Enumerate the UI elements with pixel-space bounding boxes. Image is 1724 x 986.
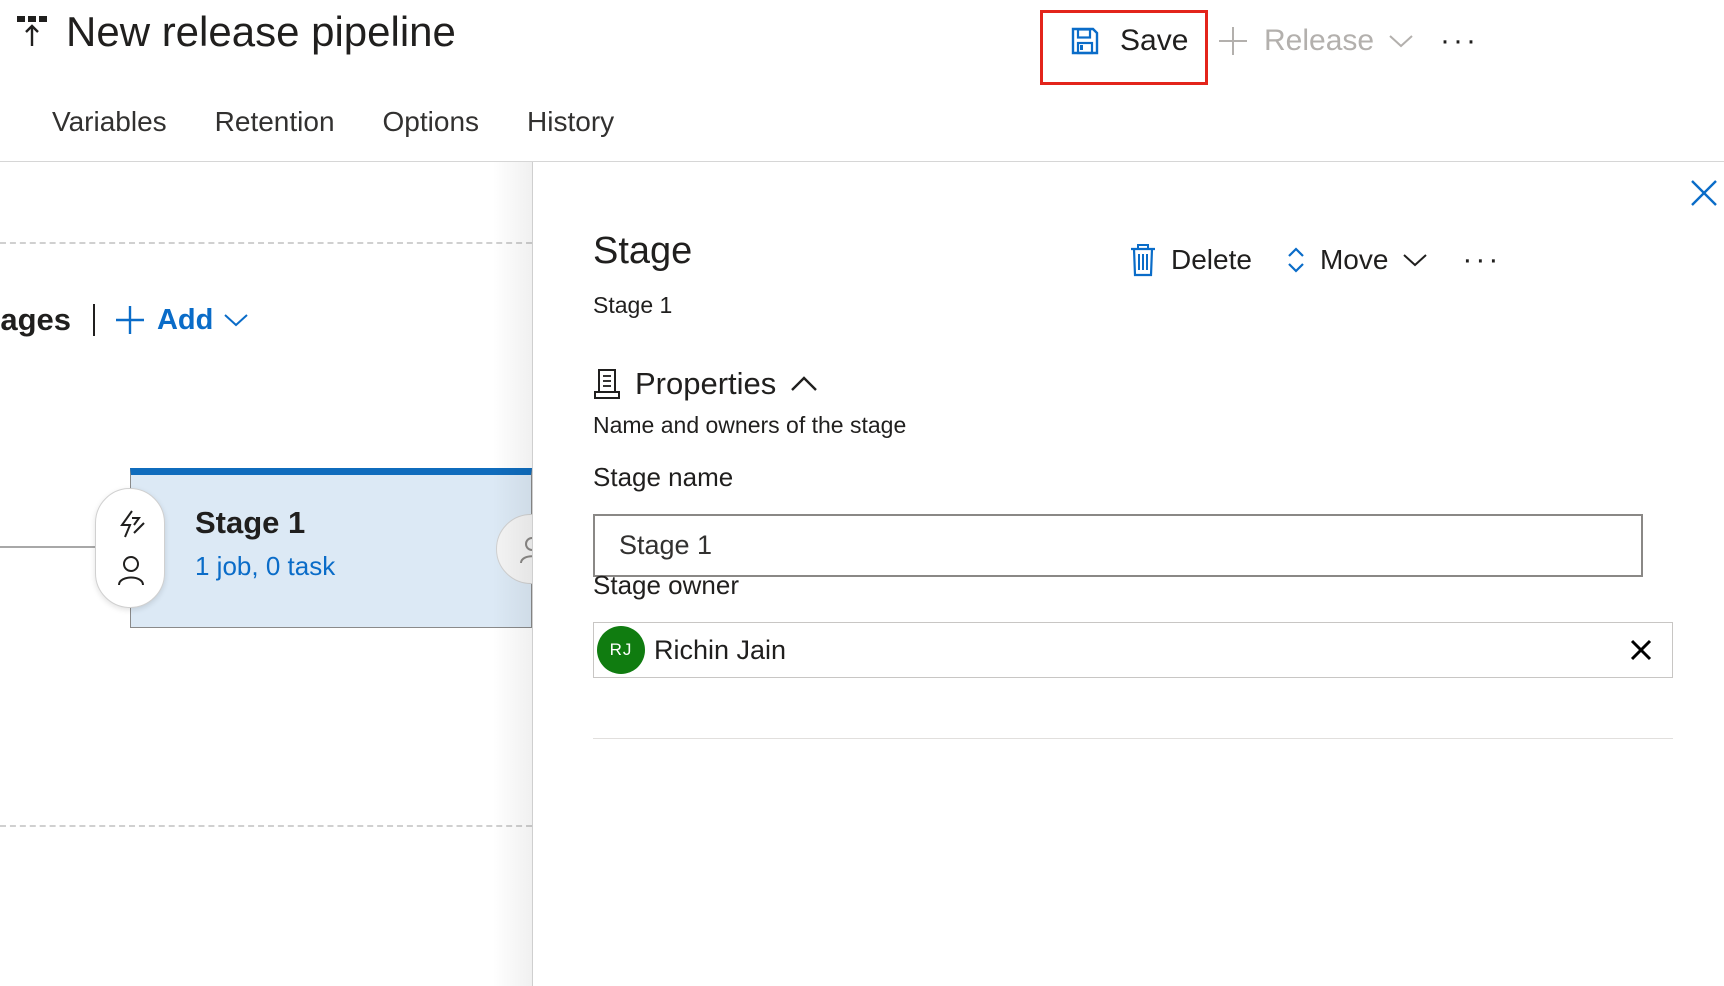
page-title: New release pipeline: [66, 8, 456, 55]
stages-header: tages Add: [0, 292, 249, 348]
delete-button[interactable]: Delete: [1129, 243, 1252, 277]
up-down-chevron-icon: [1288, 247, 1304, 273]
stage-name-label: Stage name: [593, 462, 734, 492]
plus-icon: [115, 306, 144, 334]
tab-history[interactable]: History: [527, 94, 614, 150]
canvas-divider: [0, 242, 532, 244]
chevron-down-icon: [1389, 35, 1413, 48]
plus-icon: [1219, 27, 1247, 55]
chevron-down-icon: [1403, 254, 1428, 267]
panel-toolbar: Delete Move ···: [1129, 238, 1501, 282]
page-header: New release pipeline Save Release ··· Va…: [0, 0, 1724, 162]
tab-options[interactable]: Options: [383, 94, 480, 150]
properties-icon: [594, 369, 620, 399]
person-icon: [118, 556, 144, 586]
move-button[interactable]: Move: [1286, 244, 1428, 276]
chevron-down-icon: [224, 314, 249, 327]
remove-owner-icon[interactable]: [1626, 635, 1656, 665]
lightning-icon: [120, 510, 145, 538]
add-stage-button[interactable]: Add: [113, 303, 249, 337]
panel-title: Stage: [593, 230, 693, 272]
close-icon[interactable]: [1687, 176, 1721, 210]
chevron-up-icon: [791, 376, 818, 391]
tab-variables[interactable]: Variables: [52, 94, 167, 150]
section-divider: [593, 738, 1673, 739]
pipeline-canvas: tages Add Stage 1 1 job, 0 task: [0, 162, 532, 986]
avatar: RJ: [597, 626, 645, 674]
more-options-button[interactable]: ···: [1440, 16, 1479, 66]
separator: [92, 304, 95, 336]
add-stage-label: Add: [156, 303, 214, 336]
move-button-label: Move: [1319, 244, 1389, 275]
release-button[interactable]: Release: [1216, 16, 1414, 66]
stages-label: tages: [0, 302, 71, 337]
save-button-label: Save: [1120, 24, 1189, 57]
stage-card[interactable]: Stage 1 1 job, 0 task: [130, 468, 532, 628]
tab-retention[interactable]: Retention: [215, 94, 335, 150]
stage-owner-picker[interactable]: RJ Richin Jain: [593, 622, 1673, 678]
properties-section-toggle[interactable]: Properties: [593, 362, 818, 406]
stage-owner-name: Richin Jain: [654, 634, 787, 665]
stage-properties-panel: Stage Stage 1 Delete Move ··· Properties…: [532, 162, 1724, 986]
trash-icon: [1131, 244, 1155, 277]
stage-owner-label: Stage owner: [593, 570, 739, 600]
canvas-divider: [0, 825, 532, 827]
stage-card-name: Stage 1: [195, 505, 306, 540]
properties-title: Properties: [635, 366, 777, 401]
stage-connector-line: [0, 546, 96, 548]
stage-card-jobs-link[interactable]: 1 job, 0 task: [195, 551, 335, 582]
save-button[interactable]: Save: [1070, 16, 1188, 66]
pipeline-tabs: Variables Retention Options History: [52, 94, 662, 150]
properties-description: Name and owners of the stage: [593, 412, 907, 438]
release-pipeline-icon: [17, 16, 47, 46]
delete-button-label: Delete: [1171, 244, 1252, 275]
floppy-disk-icon: [1071, 27, 1099, 55]
release-button-label: Release: [1264, 24, 1375, 57]
panel-shadow: [492, 162, 532, 986]
panel-more-options-button[interactable]: ···: [1462, 243, 1501, 277]
pre-deployment-conditions-button[interactable]: [95, 488, 165, 608]
panel-subtitle: Stage 1: [593, 292, 673, 318]
stage-name-input[interactable]: [593, 514, 1643, 577]
